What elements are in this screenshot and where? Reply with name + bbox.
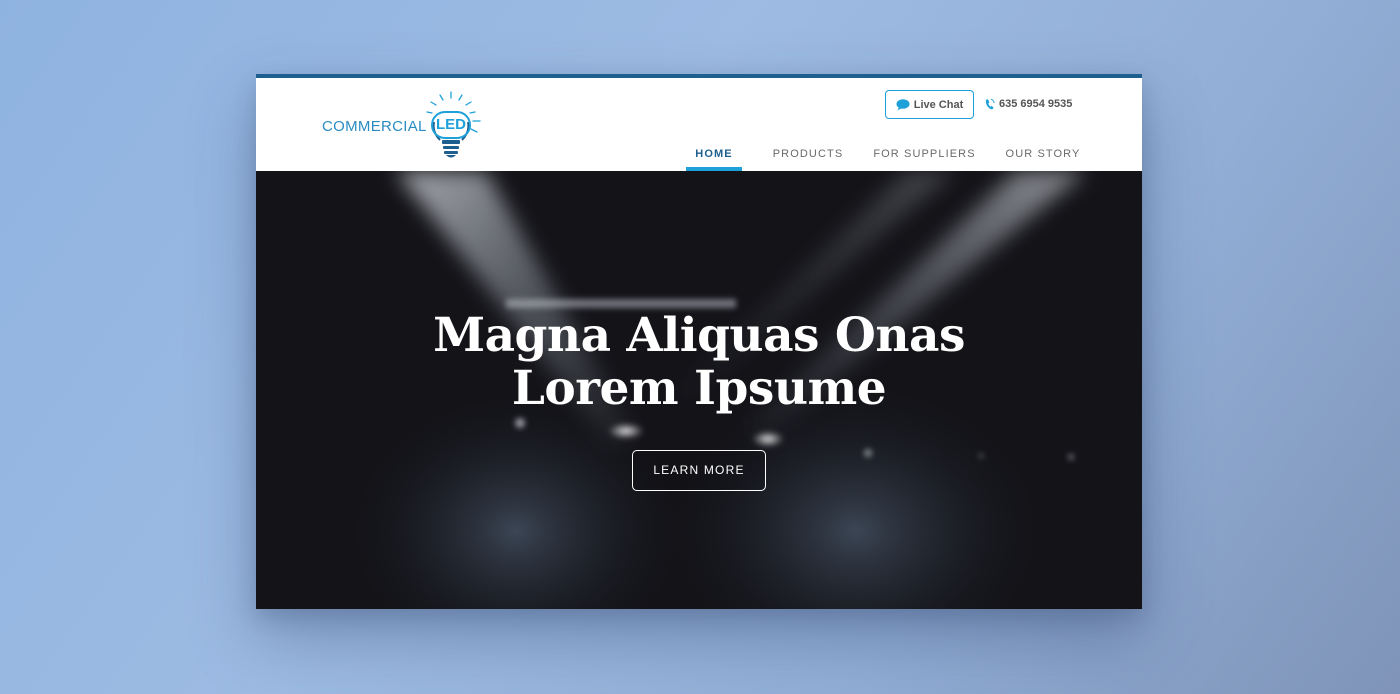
phone-number: 635 6954 9535	[999, 98, 1073, 110]
hero-title-line-2: Lorem Ipsume	[511, 361, 887, 416]
phone-link[interactable]: 635 6954 9535	[985, 95, 1072, 113]
site-header: COMMERCIAL LED Live Chat 635 6954 9535 H…	[256, 78, 1142, 171]
hero-title-line-1: Magna Aliquas Onas	[433, 308, 965, 363]
website-mockup: COMMERCIAL LED Live Chat 635 6954 9535 H…	[256, 74, 1142, 609]
live-chat-label: Live Chat	[913, 98, 964, 111]
hero-banner: Magna Aliquas Onas Lorem Ipsume LEARN MO…	[256, 171, 1142, 609]
hero-title: Magna Aliquas Onas Lorem Ipsume	[256, 309, 1142, 415]
logo-led-badge: LED	[431, 111, 471, 139]
phone-icon	[985, 98, 995, 110]
logo-wordmark: COMMERCIAL	[322, 118, 427, 135]
speech-bubble-icon	[896, 98, 910, 110]
learn-more-button[interactable]: LEARN MORE	[632, 450, 766, 491]
live-chat-button[interactable]: Live Chat	[885, 90, 974, 119]
